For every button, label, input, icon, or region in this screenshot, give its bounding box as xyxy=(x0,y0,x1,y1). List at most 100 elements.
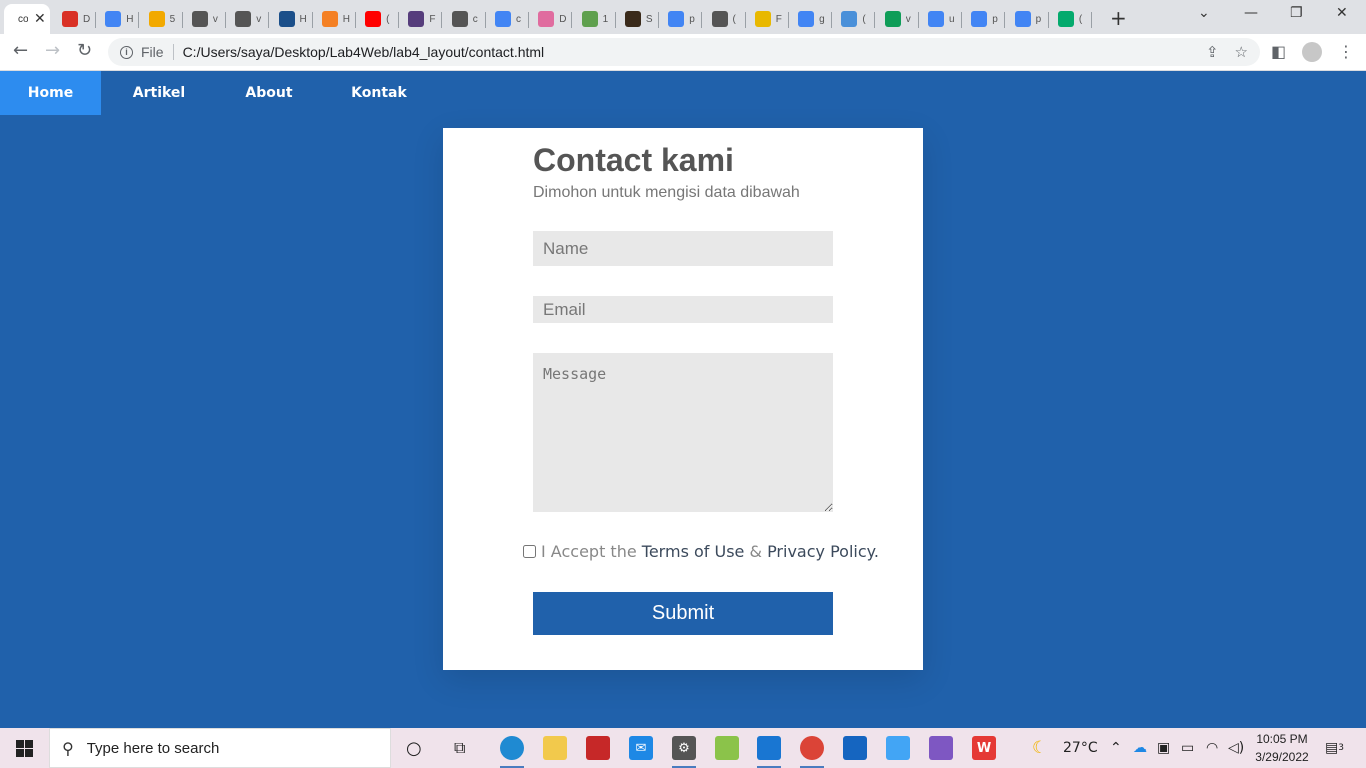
nav-kontak[interactable]: Kontak xyxy=(338,71,420,115)
gitkraken-icon[interactable] xyxy=(929,736,953,760)
taskbar-search[interactable]: ⚲ Type here to search xyxy=(49,728,391,768)
browser-tab[interactable]: v xyxy=(226,4,270,34)
reload-icon[interactable]: ↻ xyxy=(77,40,92,61)
terms-link[interactable]: Terms of Use xyxy=(642,542,745,561)
browser-tab[interactable]: ( xyxy=(356,4,400,34)
forward-icon[interactable]: → xyxy=(45,40,60,61)
volume-icon[interactable]: ◁) xyxy=(1228,728,1244,768)
system-clock[interactable]: 10:05 PM 3/29/2022 xyxy=(1250,730,1314,766)
tab-title: ( xyxy=(862,13,866,25)
info-icon[interactable]: i xyxy=(120,45,133,59)
onedrive-icon[interactable]: ☁ xyxy=(1133,728,1147,768)
tab-title: ( xyxy=(732,13,736,25)
profile-avatar-icon[interactable] xyxy=(1302,42,1322,62)
bookmark-star-icon[interactable]: ☆ xyxy=(1235,43,1248,61)
browser-tab[interactable]: F xyxy=(746,4,789,34)
vscode-icon[interactable] xyxy=(757,736,781,768)
file-explorer-icon[interactable] xyxy=(543,736,567,760)
windows-start-icon[interactable] xyxy=(16,740,33,757)
terms-consent: I Accept the Terms of Use & Privacy Poli… xyxy=(523,542,879,561)
clock-time: 10:05 PM xyxy=(1256,732,1308,746)
page-title: Contact kami xyxy=(533,142,734,178)
email-field[interactable] xyxy=(533,296,833,323)
browser-tab[interactable]: 1 xyxy=(573,4,616,34)
url-text[interactable]: C:/Users/saya/Desktop/Lab4Web/lab4_layou… xyxy=(183,44,545,60)
omnibox-actions: ⇪ ☆ xyxy=(1206,43,1248,61)
bootstrap-icon xyxy=(408,11,425,27)
tab-title: u xyxy=(949,13,955,25)
tab-active[interactable]: co ✕ xyxy=(4,4,50,34)
tab-title: H xyxy=(126,13,134,25)
mail-icon[interactable]: ✉ xyxy=(629,736,653,760)
nav-home[interactable]: Home xyxy=(0,71,101,115)
browser-tab[interactable]: D xyxy=(53,4,96,34)
store-icon[interactable] xyxy=(586,736,610,760)
github-icon xyxy=(235,11,252,27)
browser-tab[interactable]: v xyxy=(183,4,226,34)
browser-tab[interactable]: c xyxy=(486,4,529,34)
address-bar[interactable]: i File C:/Users/saya/Desktop/Lab4Web/lab… xyxy=(108,38,1260,66)
control-panel-icon[interactable] xyxy=(886,736,910,760)
menu-icon[interactable]: ⋮ xyxy=(1338,42,1354,61)
show-hidden-icons-chevron-icon[interactable]: ⌃ xyxy=(1110,728,1122,768)
privacy-link[interactable]: Privacy Policy. xyxy=(767,542,879,561)
browser-tab[interactable]: H xyxy=(313,4,356,34)
tab-search-icon[interactable]: ⌄ xyxy=(1198,5,1210,21)
browser-tab[interactable]: v xyxy=(876,4,919,34)
restore-icon[interactable]: ❐ xyxy=(1290,5,1303,21)
browser-tab[interactable]: ( xyxy=(703,4,746,34)
minimize-icon[interactable]: — xyxy=(1244,5,1258,21)
photos-icon[interactable] xyxy=(843,736,867,760)
temperature[interactable]: 27°C xyxy=(1063,728,1098,768)
browser-tab[interactable]: c xyxy=(443,4,486,34)
tab-title: c xyxy=(516,13,521,25)
browser-tab[interactable]: H xyxy=(96,4,140,34)
browser-tab[interactable]: p xyxy=(1006,4,1049,34)
browser-tab[interactable]: g xyxy=(789,4,833,34)
browser-tab[interactable]: p xyxy=(962,4,1006,34)
nav-about[interactable]: About xyxy=(228,71,310,115)
tab-title: F xyxy=(775,13,782,25)
browser-tab[interactable]: F xyxy=(399,4,443,34)
tab-title: ( xyxy=(1078,13,1083,25)
battery-icon[interactable]: ▭ xyxy=(1181,728,1194,768)
wps-icon[interactable]: W xyxy=(972,736,996,760)
weather-moon-icon[interactable]: ☾ xyxy=(1032,728,1047,768)
edge-icon[interactable] xyxy=(500,736,524,768)
google-icon xyxy=(1014,11,1031,27)
message-field[interactable] xyxy=(533,353,833,512)
contact-card: Contact kami Dimohon untuk mengisi data … xyxy=(443,128,923,670)
cortana-icon[interactable]: ○ xyxy=(406,728,422,768)
browser-tab[interactable]: u xyxy=(919,4,962,34)
browser-tab[interactable]: S xyxy=(616,4,659,34)
tab-title: ( xyxy=(386,13,390,25)
site-nav: Home Artikel About Kontak xyxy=(0,71,1366,115)
back-icon[interactable]: ← xyxy=(13,40,28,61)
browser-tab[interactable]: ( xyxy=(832,4,876,34)
meet-now-icon[interactable]: ▣ xyxy=(1157,728,1170,768)
window-close-icon[interactable]: ✕ xyxy=(1336,5,1348,21)
chrome-icon[interactable] xyxy=(800,736,824,768)
task-view-icon[interactable]: ⧉ xyxy=(454,728,465,768)
star-icon xyxy=(841,11,858,27)
settings-gear-icon[interactable]: ⚙ xyxy=(672,736,696,768)
close-icon[interactable]: ✕ xyxy=(34,11,46,27)
side-panel-icon[interactable]: ◧ xyxy=(1271,42,1286,61)
accept-checkbox[interactable] xyxy=(523,545,536,558)
browser-tab[interactable]: D xyxy=(529,4,573,34)
name-field[interactable] xyxy=(533,231,833,266)
wifi-icon[interactable]: ◠ xyxy=(1206,728,1218,768)
paint-icon[interactable] xyxy=(715,736,739,760)
browser-tab[interactable]: ( xyxy=(1049,4,1092,34)
tab-title: g xyxy=(819,13,825,25)
new-tab-icon[interactable]: + xyxy=(1110,6,1127,30)
browser-tab[interactable]: H xyxy=(270,4,313,34)
browser-toolbar: ← → ↻ i File C:/Users/saya/Desktop/Lab4W… xyxy=(0,34,1366,71)
notification-center-icon[interactable]: ▤ 3 xyxy=(1325,728,1344,768)
google-icon xyxy=(928,11,944,27)
browser-tab[interactable]: 5 xyxy=(140,4,183,34)
share-icon[interactable]: ⇪ xyxy=(1206,43,1219,61)
submit-button[interactable]: Submit xyxy=(533,592,833,635)
nav-artikel[interactable]: Artikel xyxy=(118,71,200,115)
browser-tab[interactable]: p xyxy=(659,4,703,34)
